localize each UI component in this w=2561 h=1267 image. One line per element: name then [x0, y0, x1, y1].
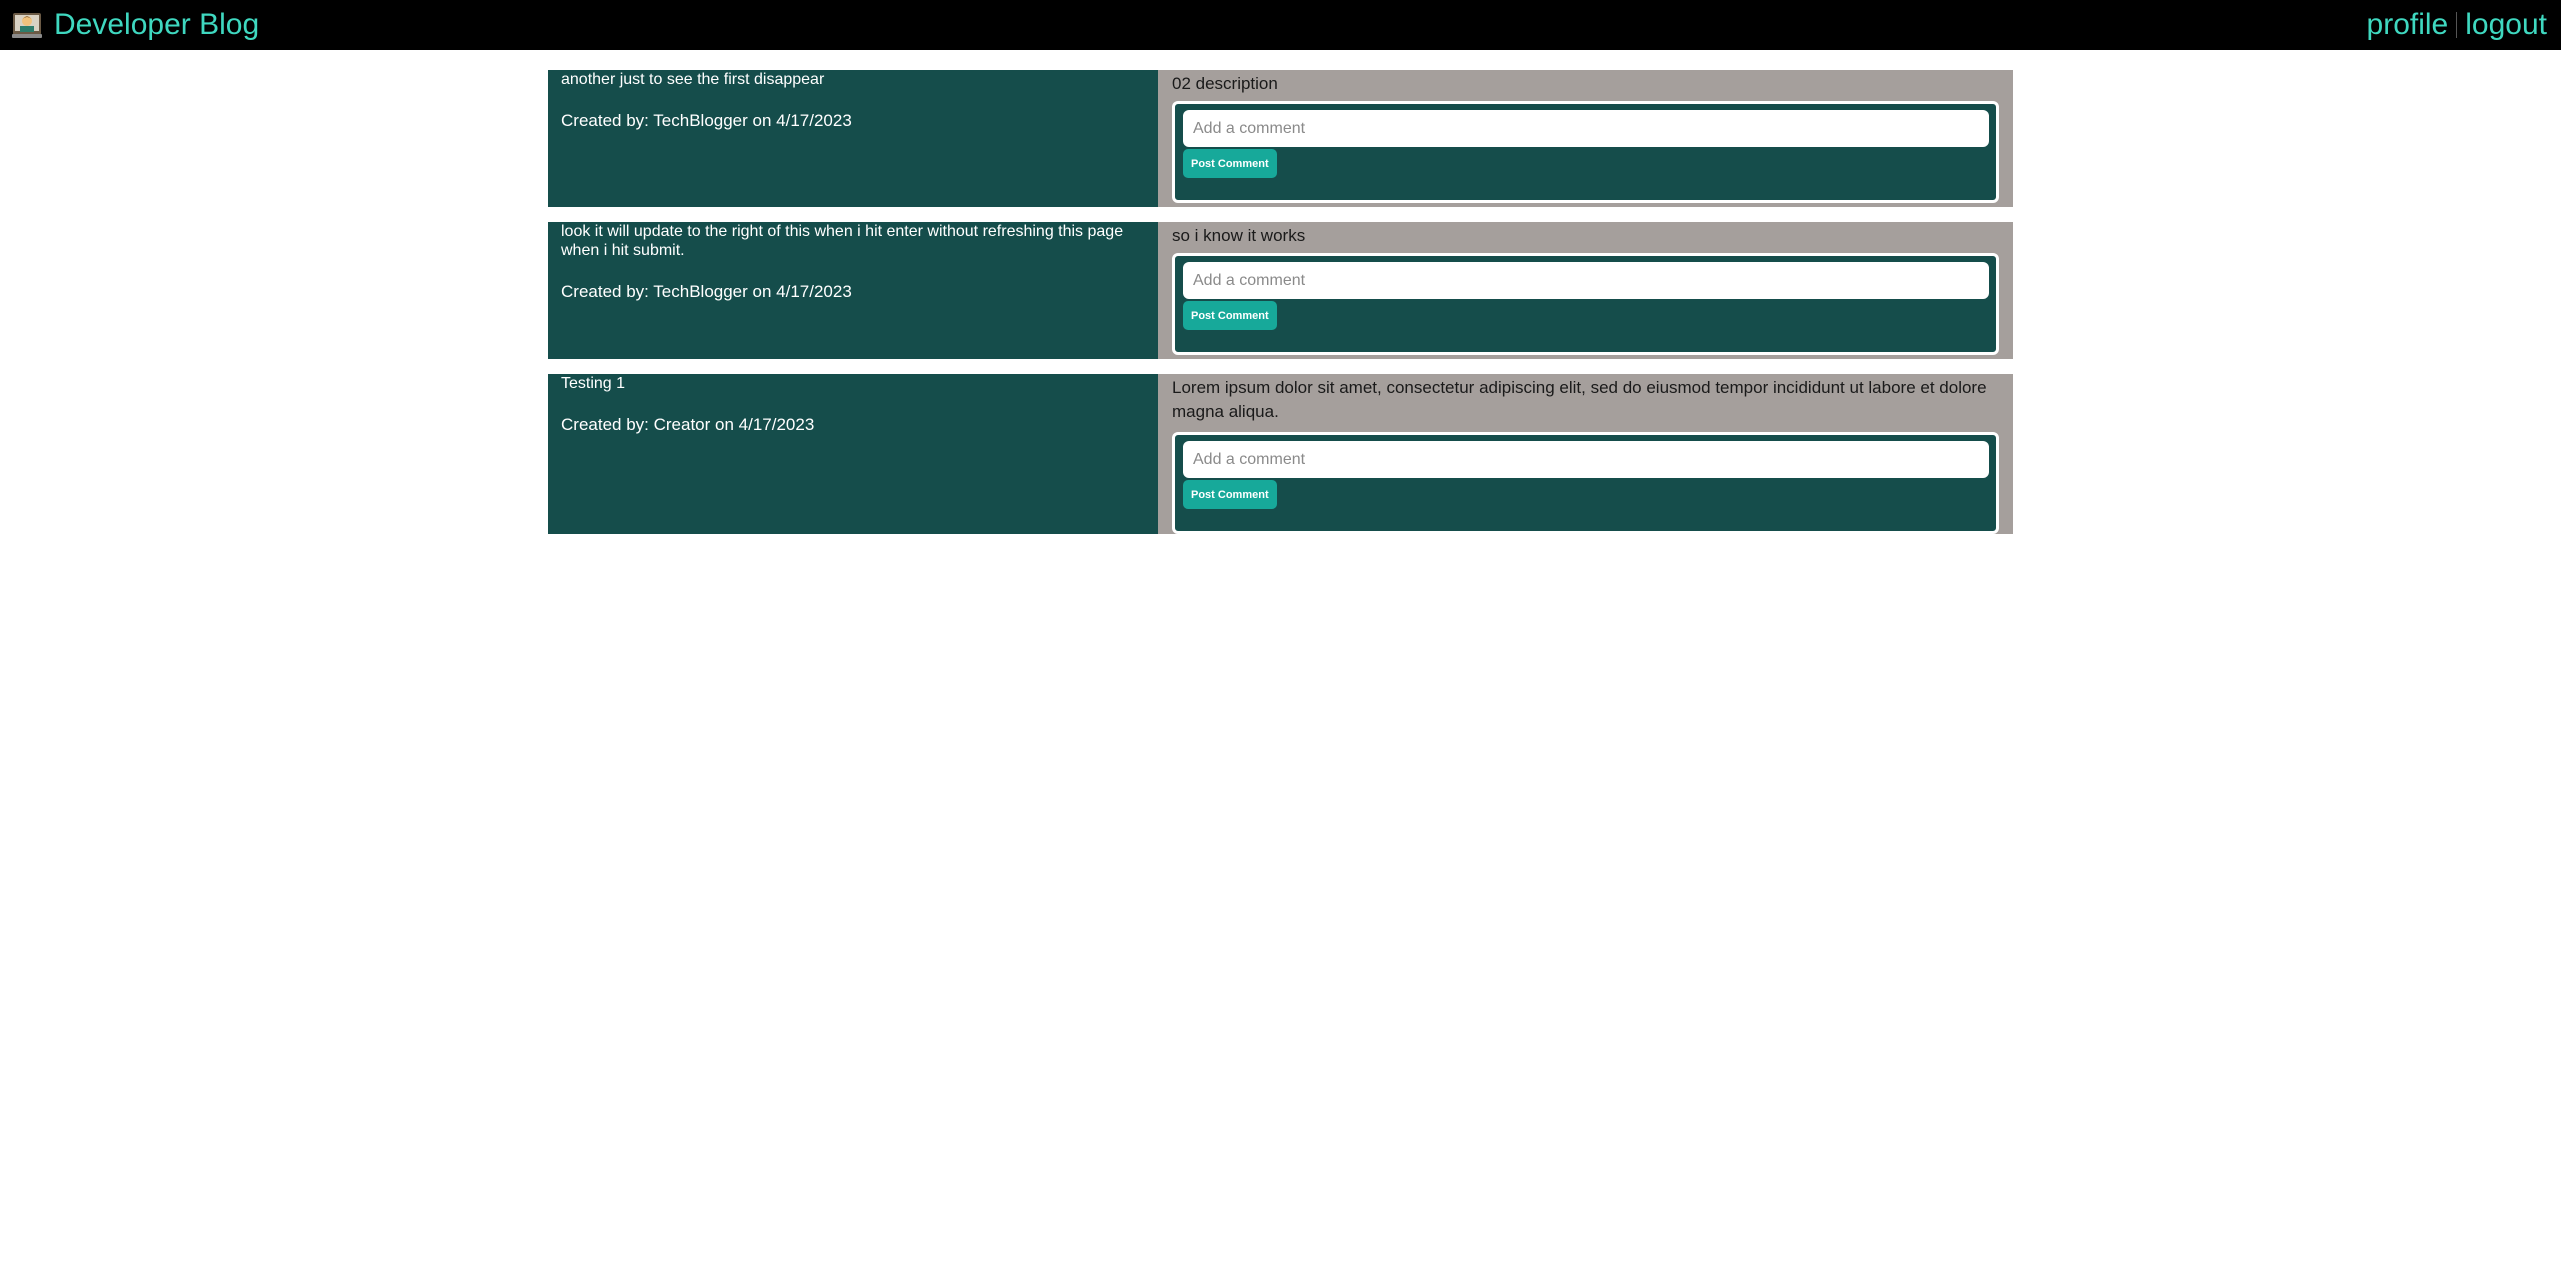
- post-card: Testing 1 Created by: Creator on 4/17/20…: [548, 374, 2013, 534]
- post-comment-button[interactable]: Post Comment: [1183, 149, 1277, 178]
- nav-links: profile logout: [2359, 0, 2555, 50]
- post-summary: another just to see the first disappear …: [548, 70, 1158, 207]
- comment-input[interactable]: [1183, 110, 1989, 147]
- nav-logout-link[interactable]: logout: [2457, 8, 2555, 42]
- post-detail: 02 description Post Comment: [1158, 70, 2013, 207]
- post-list: another just to see the first disappear …: [548, 70, 2013, 549]
- post-author-date: Created by: TechBlogger on 4/17/2023: [561, 282, 852, 301]
- post-title: another just to see the first disappear: [561, 71, 825, 88]
- post-comment-button[interactable]: Post Comment: [1183, 480, 1277, 509]
- post-description: so i know it works: [1172, 226, 1306, 245]
- post-summary: Testing 1 Created by: Creator on 4/17/20…: [548, 374, 1158, 534]
- post-author-date: Created by: TechBlogger on 4/17/2023: [561, 111, 852, 130]
- comment-input[interactable]: [1183, 441, 1989, 478]
- post-summary: look it will update to the right of this…: [548, 222, 1158, 359]
- post-card: another just to see the first disappear …: [548, 70, 2013, 207]
- comment-form: Post Comment: [1172, 101, 1999, 203]
- post-description: Lorem ipsum dolor sit amet, consectetur …: [1172, 378, 1987, 421]
- developer-emoji-icon: [12, 10, 42, 40]
- nav-profile-link[interactable]: profile: [2359, 8, 2457, 42]
- comment-form: Post Comment: [1172, 253, 1999, 355]
- site-title: Developer Blog: [54, 8, 260, 41]
- post-title: Testing 1: [561, 375, 626, 392]
- post-detail: Lorem ipsum dolor sit amet, consectetur …: [1158, 374, 2013, 534]
- comment-input[interactable]: [1183, 262, 1989, 299]
- post-detail: so i know it works Post Comment: [1158, 222, 2013, 359]
- post-author-date: Created by: Creator on 4/17/2023: [561, 415, 815, 434]
- post-title: look it will update to the right of this…: [561, 223, 1124, 259]
- top-navbar: Developer Blog profile logout: [0, 0, 2561, 50]
- brand-link[interactable]: Developer Blog: [12, 0, 259, 50]
- post-description: 02 description: [1172, 74, 1278, 93]
- post-comment-button[interactable]: Post Comment: [1183, 301, 1277, 330]
- comment-form: Post Comment: [1172, 432, 1999, 534]
- post-card: look it will update to the right of this…: [548, 222, 2013, 359]
